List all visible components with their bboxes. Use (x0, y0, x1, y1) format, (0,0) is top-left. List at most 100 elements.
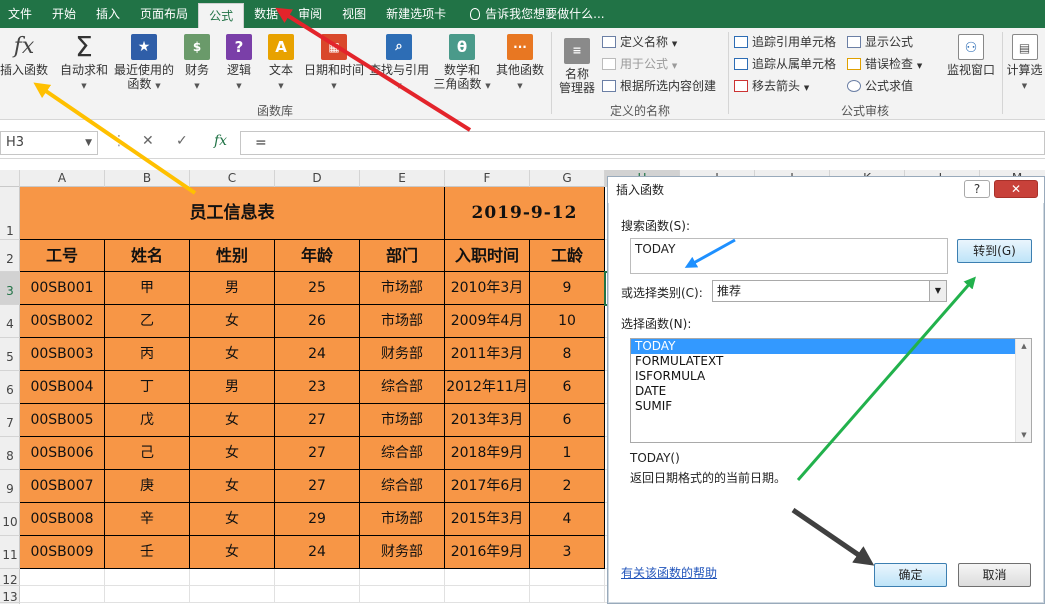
data-cell[interactable]: 2017年6月 (445, 470, 530, 503)
function-list-item[interactable]: SUMIF (631, 399, 1031, 414)
data-cell[interactable]: 戊 (105, 404, 190, 437)
row-header[interactable]: 6 (0, 371, 20, 404)
data-cell[interactable]: 25 (275, 272, 360, 305)
column-title-cell[interactable]: 性别 (190, 240, 275, 272)
row-header[interactable]: 3 (0, 272, 20, 305)
data-cell[interactable]: 00SB009 (20, 536, 105, 569)
trace-dependents-button[interactable]: 追踪从属单元格 (734, 56, 836, 72)
show-formulas-button[interactable]: 显示公式 (847, 34, 913, 50)
data-cell[interactable]: 女 (190, 470, 275, 503)
logical-button[interactable]: ? 逻辑 ▼ (222, 34, 256, 93)
tab-formulas[interactable]: 公式 (198, 3, 245, 28)
data-cell[interactable]: 23 (275, 371, 360, 404)
name-box[interactable]: H3 ▼ (0, 131, 98, 155)
empty-cell[interactable] (20, 586, 105, 603)
empty-cell[interactable] (445, 569, 530, 586)
row-header[interactable]: 11 (0, 536, 20, 569)
select-all-corner[interactable] (0, 170, 20, 187)
column-title-cell[interactable]: 工龄 (530, 240, 605, 272)
data-cell[interactable]: 庚 (105, 470, 190, 503)
row-header[interactable]: 2 (0, 240, 20, 272)
ok-button[interactable]: 确定 (874, 563, 947, 587)
empty-cell[interactable] (445, 586, 530, 603)
data-cell[interactable]: 26 (275, 305, 360, 338)
tab-page-layout[interactable]: 页面布局 (130, 0, 198, 28)
data-cell[interactable]: 女 (190, 503, 275, 536)
data-cell[interactable]: 丁 (105, 371, 190, 404)
column-header[interactable]: F (445, 170, 530, 187)
empty-cell[interactable] (190, 569, 275, 586)
data-cell[interactable]: 2013年3月 (445, 404, 530, 437)
column-header[interactable]: E (360, 170, 445, 187)
data-cell[interactable]: 9 (530, 272, 605, 305)
data-cell[interactable]: 27 (275, 437, 360, 470)
data-cell[interactable]: 6 (530, 404, 605, 437)
tab-review[interactable]: 审阅 (288, 0, 332, 28)
cancel-x-icon[interactable]: ✕ (142, 133, 154, 149)
help-question-button[interactable]: ? (964, 180, 990, 198)
data-cell[interactable]: 2 (530, 470, 605, 503)
function-list-item[interactable]: ISFORMULA (631, 369, 1031, 384)
data-cell[interactable]: 2009年4月 (445, 305, 530, 338)
empty-cell[interactable] (20, 569, 105, 586)
scroll-down-icon[interactable]: ▼ (1016, 428, 1031, 442)
data-cell[interactable]: 4 (530, 503, 605, 536)
column-header[interactable]: D (275, 170, 360, 187)
insert-function-button[interactable]: fx 插入函数 (0, 34, 48, 77)
data-cell[interactable]: 辛 (105, 503, 190, 536)
calculation-options-button[interactable]: ▤ 计算选 ▼ (1004, 34, 1045, 93)
data-cell[interactable]: 3 (530, 536, 605, 569)
list-scrollbar[interactable]: ▲ ▼ (1015, 339, 1031, 442)
data-cell[interactable]: 市场部 (360, 404, 445, 437)
text-button[interactable]: A 文本 ▼ (264, 34, 298, 93)
data-cell[interactable]: 壬 (105, 536, 190, 569)
data-cell[interactable]: 甲 (105, 272, 190, 305)
column-title-cell[interactable]: 入职时间 (445, 240, 530, 272)
cancel-button[interactable]: 取消 (958, 563, 1031, 587)
define-name-button[interactable]: 定义名称 ▼ (602, 34, 677, 52)
data-cell[interactable]: 女 (190, 305, 275, 338)
empty-cell[interactable] (275, 569, 360, 586)
data-cell[interactable]: 己 (105, 437, 190, 470)
row-header[interactable]: 5 (0, 338, 20, 371)
scroll-up-icon[interactable]: ▲ (1016, 339, 1031, 353)
trace-precedents-button[interactable]: 追踪引用单元格 (734, 34, 836, 50)
evaluate-formula-button[interactable]: 公式求值 (847, 78, 913, 94)
empty-cell[interactable] (105, 586, 190, 603)
tell-me-box[interactable]: 告诉我您想要做什么... (456, 0, 605, 28)
data-cell[interactable]: 24 (275, 338, 360, 371)
data-cell[interactable]: 27 (275, 470, 360, 503)
recently-used-button[interactable]: ★ 最近使用的 函数 ▼ (112, 34, 176, 93)
watch-window-button[interactable]: ⚇ 监视窗口 (944, 34, 998, 77)
data-cell[interactable]: 男 (190, 371, 275, 404)
math-button[interactable]: θ 数学和 三角函数 ▼ (432, 34, 492, 93)
remove-arrows-button[interactable]: 移去箭头 ▼ (734, 78, 809, 96)
use-in-formula-button[interactable]: 用于公式 ▼ (602, 56, 677, 74)
data-cell[interactable]: 10 (530, 305, 605, 338)
data-cell[interactable]: 2015年3月 (445, 503, 530, 536)
function-list-item[interactable]: TODAY (631, 339, 1031, 354)
row-header[interactable]: 8 (0, 437, 20, 470)
data-cell[interactable]: 市场部 (360, 503, 445, 536)
empty-cell[interactable] (275, 586, 360, 603)
category-select[interactable]: 推荐 ▼ (712, 280, 947, 302)
data-cell[interactable]: 2016年9月 (445, 536, 530, 569)
data-cell[interactable]: 女 (190, 437, 275, 470)
data-cell[interactable]: 综合部 (360, 437, 445, 470)
column-header[interactable]: C (190, 170, 275, 187)
column-title-cell[interactable]: 姓名 (105, 240, 190, 272)
go-button[interactable]: 转到(G) (957, 239, 1032, 263)
sheet-title[interactable]: 员工信息表 (20, 187, 445, 240)
function-list-item[interactable]: DATE (631, 384, 1031, 399)
data-cell[interactable]: 00SB004 (20, 371, 105, 404)
help-link[interactable]: 有关该函数的帮助 (621, 564, 717, 581)
data-cell[interactable]: 女 (190, 536, 275, 569)
financial-button[interactable]: $ 财务 ▼ (180, 34, 214, 93)
more-functions-button[interactable]: ··· 其他函数 ▼ (494, 34, 546, 93)
search-input[interactable]: TODAY (630, 238, 948, 274)
row-header[interactable]: 1 (0, 187, 20, 240)
data-cell[interactable]: 丙 (105, 338, 190, 371)
data-cell[interactable]: 综合部 (360, 470, 445, 503)
lookup-button[interactable]: ⌕ 查找与引用 ▼ (368, 34, 430, 93)
fx-icon[interactable]: fx (214, 133, 227, 149)
